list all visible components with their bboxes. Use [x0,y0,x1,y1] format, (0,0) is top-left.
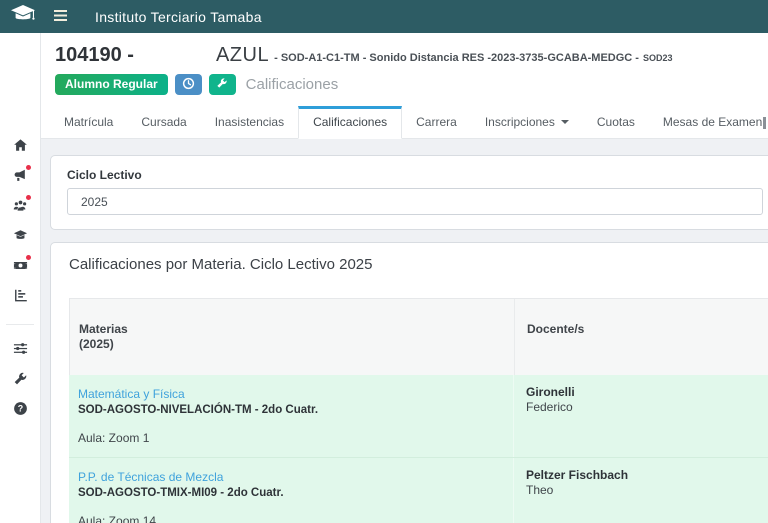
tab-cuotas[interactable]: Cuotas [583,107,649,138]
notification-dot [26,195,31,200]
sidebar-item-announcements[interactable] [0,163,40,193]
wrench-icon [13,371,28,391]
chevron-down-icon [561,120,569,124]
sliders-icon [13,341,28,361]
graduation-cap-icon [13,228,28,248]
grades-table-header: Materias (2025) Docente/s [69,298,768,375]
sidebar-item-reports[interactable] [0,283,40,313]
tab-inasistencias[interactable]: Inasistencias [201,107,298,138]
tab-inscripciones-label: Inscripciones [485,115,555,129]
student-program-details: - SOD-A1-C1-TM - Sonido Distancia RES -2… [274,52,639,64]
subject-aula: Aula: Zoom 1 [78,431,503,446]
users-icon [13,198,28,218]
tab-inscripciones[interactable]: Inscripciones [471,107,583,138]
status-badge: Alumno Regular [55,74,168,95]
teacher-first-name: Theo [526,483,768,498]
teacher-last-name: Gironelli [526,385,768,400]
subject-link[interactable]: Matemática y Física [78,387,185,402]
help-icon: ? [13,401,28,421]
wrench-small-icon [216,77,228,92]
sidebar-item-preferences[interactable] [0,336,40,366]
notification-dot [26,165,31,170]
ciclo-lectivo-select[interactable]: 2025 [67,188,763,215]
subject-aula: Aula: Zoom 14 [78,514,503,523]
grades-title: Calificaciones por Materia. Ciclo Lectiv… [69,256,768,273]
ciclo-lectivo-card: Ciclo Lectivo 2025 [50,155,768,230]
table-row: Matemática y Física SOD-AGOSTO-NIVELACIÓ… [69,375,768,457]
subject-code: SOD-AGOSTO-TMIX-MI09 - 2do Cuatr. [78,486,503,501]
clock-icon [182,77,195,93]
svg-text:?: ? [17,404,22,414]
app-logo[interactable] [0,4,46,30]
tab-carrera[interactable]: Carrera [402,107,471,138]
sidebar-item-payments[interactable] [0,253,40,283]
tab-content: Ciclo Lectivo 2025 Calificaciones por Ma… [40,139,768,523]
megaphone-icon [13,168,28,188]
ciclo-lectivo-value: 2025 [81,195,108,209]
current-section-label: Calificaciones [246,76,339,93]
grades-table: Materias (2025) Docente/s Matemática y F… [69,298,768,523]
chart-icon [13,288,28,308]
tab-calificaciones[interactable]: Calificaciones [298,106,402,139]
table-row: P.P. de Técnicas de Mezcla SOD-AGOSTO-TM… [69,457,768,523]
column-header-materias: Materias (2025) [79,322,504,352]
notification-dot [26,255,31,260]
tab-matricula[interactable]: Matrícula [50,107,127,138]
subject-code: SOD-AGOSTO-NIVELACIÓN-TM - 2do Cuatr. [78,403,503,418]
top-navbar: Instituto Terciario Tamaba [0,0,768,33]
grades-card: Calificaciones por Materia. Ciclo Lectiv… [50,242,768,523]
clipped-tab-fragment [763,117,766,129]
home-icon [13,138,28,158]
history-button[interactable] [175,74,202,95]
sidebar-item-academics[interactable] [0,223,40,253]
main-area: 104190 - AZUL - SOD-A1-C1-TM - Sonido Di… [40,33,768,523]
sidebar-item-home[interactable] [0,133,40,163]
column-header-docentes: Docente/s [527,322,768,337]
sidebar-item-users[interactable] [0,193,40,223]
left-sidebar: ? [0,33,40,523]
tab-cursada[interactable]: Cursada [127,107,200,138]
sidebar-item-help[interactable]: ? [0,396,40,426]
student-id: 104190 - [55,44,134,67]
student-header: 104190 - AZUL - SOD-A1-C1-TM - Sonido Di… [40,33,768,107]
student-name: AZUL [216,44,269,67]
teacher-first-name: Federico [526,400,768,415]
sidebar-item-tools[interactable] [0,366,40,396]
admin-tools-button[interactable] [209,74,236,95]
sidebar-divider [6,324,34,325]
ciclo-lectivo-label: Ciclo Lectivo [67,168,763,182]
subject-link[interactable]: P.P. de Técnicas de Mezcla [78,470,223,485]
teacher-last-name: Peltzer Fischbach [526,468,768,483]
tab-bar: Matrícula Cursada Inasistencias Califica… [40,107,768,139]
tab-mesas-de-examen[interactable]: Mesas de Examen [649,107,768,138]
money-icon [13,258,28,278]
menu-toggle-icon[interactable] [54,9,67,24]
student-program-code: SOD23 [643,53,673,63]
app-title: Instituto Terciario Tamaba [95,9,262,25]
graduation-cap-logo-icon [10,4,36,30]
